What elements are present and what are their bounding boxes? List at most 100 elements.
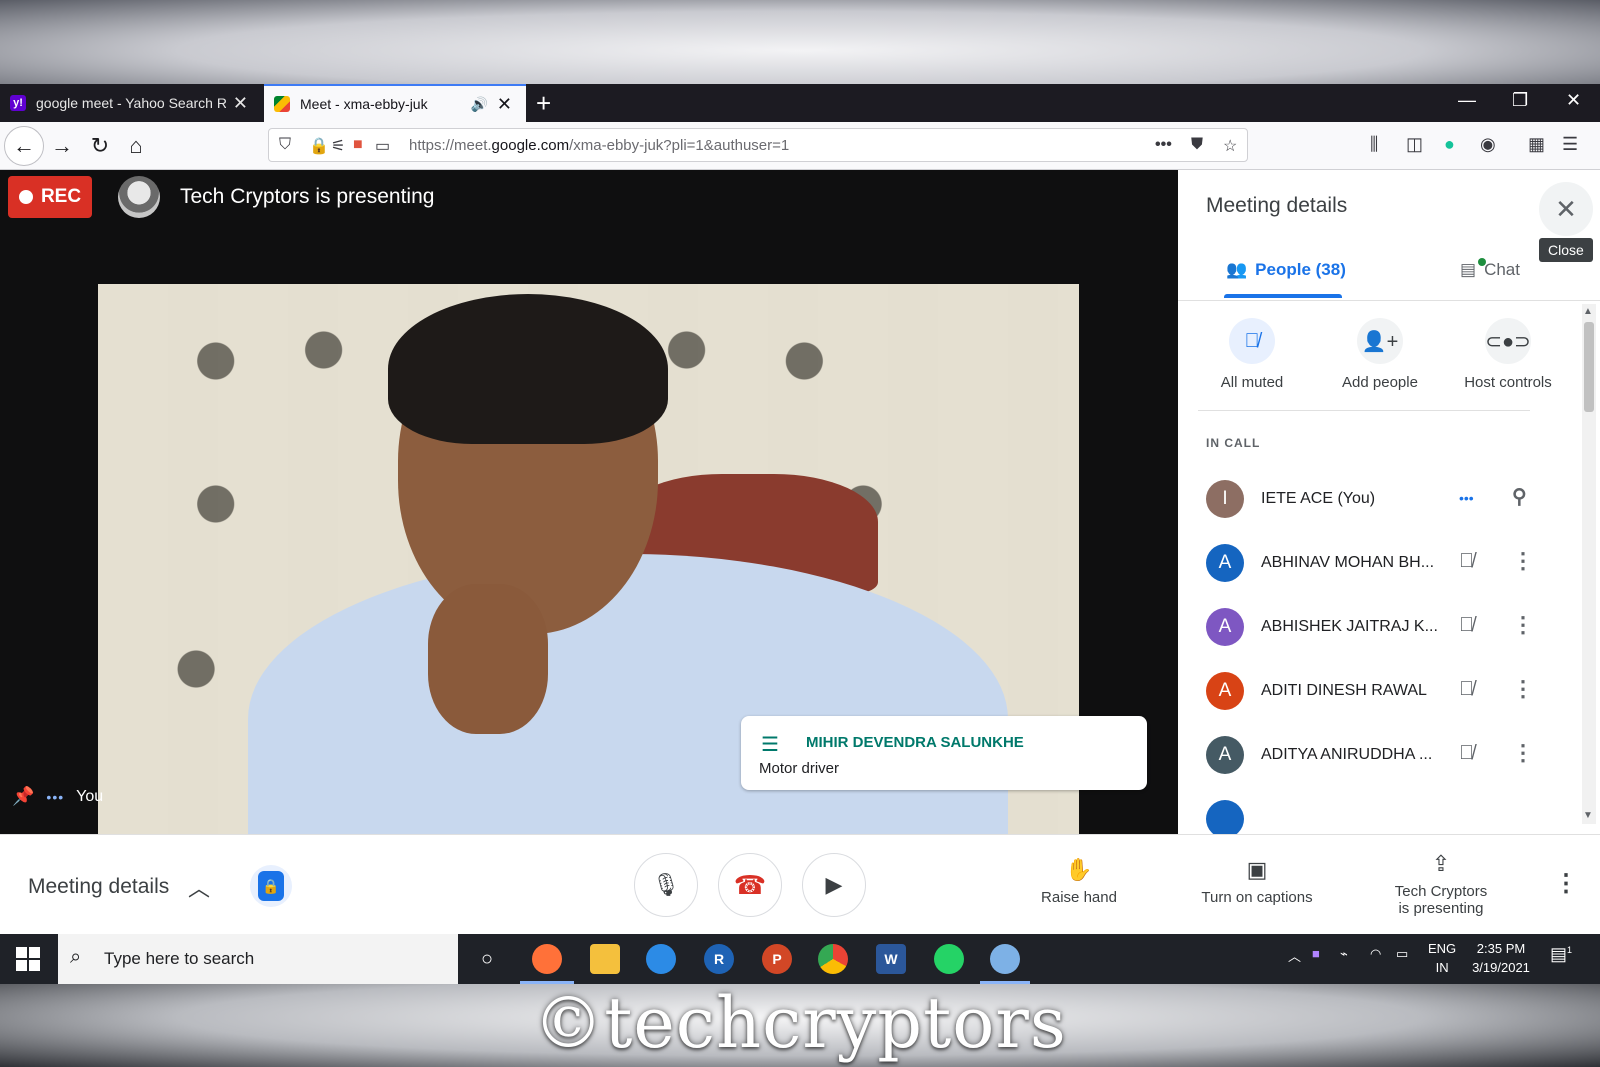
shield-icon[interactable]: ⛉ — [279, 136, 291, 154]
notification-count: 1 — [1567, 945, 1573, 955]
presenting-button[interactable]: ⇪ Tech Cryptors is presenting — [1386, 851, 1496, 917]
participant-name: ABHISHEK JAITRAJ K... — [1261, 618, 1438, 635]
close-panel-button[interactable]: ✕ — [1539, 182, 1593, 236]
chrome-icon[interactable] — [818, 944, 848, 974]
sidebar-icon[interactable]: ◫ — [1406, 134, 1423, 155]
tab-chat[interactable]: ▤ Chat — [1460, 258, 1520, 280]
avatar — [1206, 800, 1244, 834]
caption-card: ☰ MIHIR DEVENDRA SALUNKHE Motor driver — [741, 716, 1147, 790]
participant-row[interactable]: A ABHISHEK JAITRAJ K... 🎙̸ ⋮ — [1206, 608, 1566, 648]
windows-start-icon[interactable] — [16, 947, 40, 971]
powerpoint-icon[interactable]: P — [762, 944, 792, 974]
participant-name: ADITI DINESH RAWAL — [1261, 682, 1427, 699]
browser-tab-bar: y! google meet - Yahoo Search Re ✕ Meet … — [0, 84, 1600, 122]
chevron-up-icon[interactable]: ︿ — [1288, 946, 1301, 965]
pocket-icon[interactable]: ⛊ — [1191, 136, 1203, 154]
tab-meet[interactable]: Meet - xma-ebby-juk 🔊 ✕ — [264, 84, 526, 122]
paint-icon[interactable] — [990, 944, 1020, 974]
language-indicator[interactable]: ENG IN — [1428, 939, 1456, 977]
library-icon[interactable]: ⫼ — [1370, 134, 1378, 155]
word-icon[interactable]: W — [876, 944, 906, 974]
captions-icon: ▣ — [1246, 857, 1268, 882]
extensions-grid-icon[interactable]: ▦ — [1528, 134, 1545, 155]
camera-button[interactable]: ▶ — [802, 853, 866, 917]
window-close-icon[interactable]: ✕ — [1566, 90, 1581, 111]
edge-icon[interactable] — [646, 944, 676, 974]
microphone-button[interactable]: 🎙 — [634, 853, 698, 917]
in-call-heading: IN CALL — [1206, 436, 1261, 450]
wifi-icon[interactable]: ◠ — [1370, 946, 1381, 962]
url-text[interactable]: https://meet.google.com/xma-ebby-juk?pli… — [409, 137, 789, 154]
participant-row[interactable]: A ADITYA ANIRUDDHA ... 🎙̸ ⋮ — [1206, 736, 1566, 776]
more-options-icon[interactable]: ⋮ — [1512, 612, 1534, 638]
yahoo-favicon: y! — [10, 95, 26, 111]
participant-row[interactable]: A ABHINAV MOHAN BH... 🎙̸ ⋮ — [1206, 544, 1566, 584]
participant-row[interactable]: A ADITI DINESH RAWAL 🎙̸ ⋮ — [1206, 672, 1566, 712]
participant-name: ABHINAV MOHAN BH... — [1261, 554, 1435, 571]
grammarly-icon[interactable]: ● — [1444, 134, 1455, 155]
meeting-details-button[interactable]: Meeting details — [28, 875, 169, 899]
pin-icon[interactable]: 📌 — [12, 786, 34, 807]
more-options-icon[interactable]: ⋮ — [1512, 740, 1534, 766]
close-tooltip: Close — [1539, 238, 1593, 262]
all-muted-button[interactable]: 🎙̸ All muted — [1192, 318, 1312, 391]
address-bar[interactable]: ⛉ 🔒 ⚟ ■ ▭ https://meet.google.com/xma-eb… — [268, 128, 1248, 162]
battery-icon[interactable]: ▭ — [1396, 946, 1408, 962]
menu-icon[interactable]: ☰ — [1562, 134, 1578, 155]
chat-icon: ▤ — [1460, 258, 1486, 280]
scroll-down-icon[interactable]: ▼ — [1583, 810, 1593, 821]
more-options-icon[interactable]: ⋮ — [1554, 869, 1578, 898]
home-icon[interactable]: ⌂ — [122, 132, 150, 160]
firefox-icon[interactable] — [532, 944, 562, 974]
presentation-stage: REC Tech Cryptors is presenting ☰ MIHIR … — [0, 170, 1178, 834]
action-label: All muted — [1220, 374, 1284, 391]
tab-people[interactable]: 👥 People (38) — [1226, 260, 1346, 280]
captions-label: Turn on captions — [1201, 889, 1313, 906]
scroll-up-icon[interactable]: ▲ — [1583, 306, 1593, 317]
restore-icon[interactable]: ❐ — [1512, 90, 1528, 111]
unpin-icon[interactable]: ⚲ — [1512, 484, 1527, 509]
lock-badge[interactable]: 🔒 — [250, 865, 292, 907]
more-options-icon[interactable]: ⋮ — [1512, 676, 1534, 702]
minimize-icon[interactable]: — — [1458, 90, 1476, 111]
host-controls-button[interactable]: ⊂●⊃ Host controls — [1448, 318, 1568, 391]
extension-icon[interactable]: ◉ — [1480, 134, 1496, 155]
taskbar-search-input[interactable]: ⌕ Type here to search — [58, 934, 458, 984]
panel-scrollbar[interactable]: ▲ ▼ — [1582, 304, 1596, 824]
participant-name: ADITYA ANIRUDDHA ... — [1261, 746, 1433, 763]
tab-yahoo-search[interactable]: y! google meet - Yahoo Search Re ✕ — [0, 84, 262, 122]
captions-button[interactable]: ▣ Turn on captions — [1192, 857, 1322, 906]
reload-icon[interactable]: ↻ — [86, 132, 114, 160]
scroll-thumb[interactable] — [1584, 322, 1594, 412]
caption-text: Motor driver — [759, 760, 840, 777]
forward-icon[interactable]: → — [48, 132, 76, 160]
new-tab-button[interactable]: + — [536, 88, 551, 119]
more-icon[interactable]: ••• — [1155, 136, 1172, 154]
raise-hand-button[interactable]: ✋ Raise hand — [1038, 857, 1120, 906]
clock[interactable]: 2:35 PM 3/19/2021 — [1466, 939, 1536, 977]
back-arrow-icon[interactable]: ← — [10, 132, 38, 160]
lock-icon[interactable]: 🔒 — [309, 136, 329, 156]
cortana-icon[interactable]: ○ — [472, 944, 502, 974]
r-app-icon[interactable]: R — [704, 944, 734, 974]
speaker-icon[interactable]: 🔊 — [471, 96, 488, 113]
close-icon[interactable]: ✕ — [497, 94, 512, 115]
chevron-up-icon[interactable]: ︿ — [188, 871, 210, 903]
screen-share-icon[interactable]: ▭ — [375, 136, 390, 156]
whatsapp-icon[interactable] — [934, 944, 964, 974]
network-status-icon[interactable]: ⌁ — [1340, 946, 1348, 962]
permissions-icon[interactable]: ⚟ — [331, 136, 345, 156]
participant-row[interactable]: I IETE ACE (You) ••• ⚲ — [1206, 480, 1566, 520]
add-people-button[interactable]: 👤+ Add people — [1320, 318, 1440, 391]
camera-icon[interactable]: ■ — [353, 136, 363, 154]
divider — [1198, 410, 1530, 411]
bookmark-star-icon[interactable]: ☆ — [1223, 136, 1237, 156]
notifications-icon[interactable]: ▤1 — [1550, 944, 1572, 965]
file-explorer-icon[interactable] — [590, 944, 620, 974]
participant-row-partial[interactable] — [1206, 800, 1566, 834]
meet-tray-icon[interactable]: ■ — [1312, 946, 1320, 961]
more-options-icon[interactable]: ⋮ — [1512, 548, 1534, 574]
hang-up-button[interactable]: ☎ — [718, 853, 782, 917]
search-placeholder: Type here to search — [104, 949, 255, 968]
close-icon[interactable]: ✕ — [233, 93, 248, 114]
